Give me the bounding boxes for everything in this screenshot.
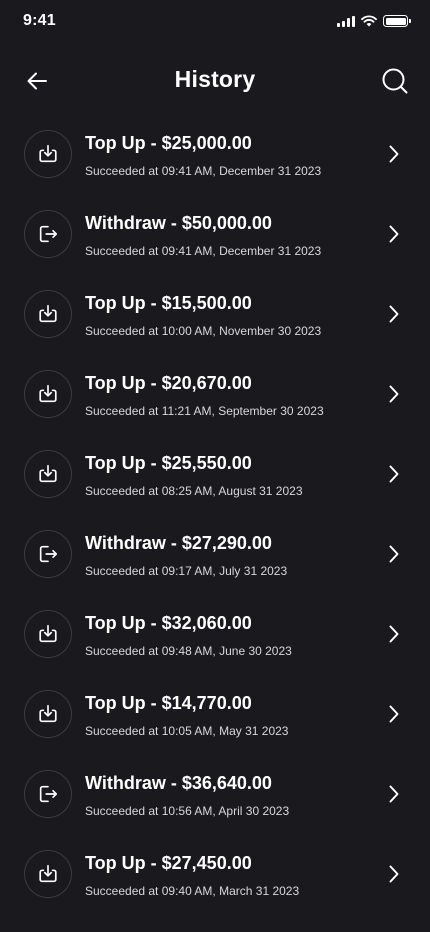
transaction-title: Top Up - $25,000.00 <box>85 133 252 153</box>
transaction-status: Succeeded at 09:48 AM, June 30 2023 <box>85 644 292 658</box>
transaction-status: Succeeded at 09:41 AM, December 31 2023 <box>85 164 322 178</box>
transaction-icon-wrap <box>24 130 72 178</box>
transaction-status: Succeeded at 11:21 AM, September 30 2023 <box>85 404 324 418</box>
logout-icon <box>39 785 58 803</box>
transaction-title: Withdraw - $27,290.00 <box>85 533 272 553</box>
download-icon <box>39 624 57 643</box>
chevron-right-icon <box>388 224 400 244</box>
transaction-status: Succeeded at 10:00 AM, November 30 2023 <box>85 324 322 338</box>
transaction-icon-wrap <box>24 290 72 338</box>
search-button[interactable] <box>380 66 410 96</box>
history-item-top-up[interactable]: Top Up - $25,550.00 Succeeded at 08:25 A… <box>0 434 430 514</box>
transaction-status: Succeeded at 10:56 AM, April 30 2023 <box>85 804 290 818</box>
history-item-top-up[interactable]: Top Up - $20,670.00 Succeeded at 11:21 A… <box>0 354 430 434</box>
transaction-status: Succeeded at 10:05 AM, May 31 2023 <box>85 724 289 738</box>
chevron-right-icon <box>388 304 400 324</box>
transaction-title: Top Up - $15,500.00 <box>85 293 252 313</box>
status-bar: 9:41 <box>0 0 430 44</box>
chevron-right-icon <box>388 544 400 564</box>
transaction-title: Top Up - $25,550.00 <box>85 453 252 473</box>
chevron-right-icon <box>388 384 400 404</box>
wifi-icon <box>361 15 377 27</box>
search-icon <box>382 68 408 94</box>
transaction-status: Succeeded at 09:17 AM, July 31 2023 <box>85 564 288 578</box>
chevron-right-icon <box>388 784 400 804</box>
page-title: History <box>174 66 256 92</box>
history-item-top-up[interactable]: Top Up - $25,000.00 Succeeded at 09:41 A… <box>0 114 430 194</box>
history-list: Top Up - $25,000.00 Succeeded at 09:41 A… <box>0 114 430 914</box>
transaction-icon-wrap <box>24 530 72 578</box>
transaction-title: Top Up - $32,060.00 <box>85 613 252 633</box>
transaction-title: Top Up - $20,670.00 <box>85 373 252 393</box>
logout-icon <box>39 225 58 243</box>
download-icon <box>39 304 57 323</box>
download-icon <box>39 464 57 483</box>
transaction-icon-wrap <box>24 770 72 818</box>
transaction-title: Withdraw - $50,000.00 <box>85 213 272 233</box>
transaction-status: Succeeded at 09:41 AM, December 31 2023 <box>85 244 322 258</box>
download-icon <box>39 704 57 723</box>
chevron-right-icon <box>388 144 400 164</box>
transaction-icon-wrap <box>24 450 72 498</box>
chevron-right-icon <box>388 704 400 724</box>
transaction-title: Withdraw - $36,640.00 <box>85 773 272 793</box>
transaction-icon-wrap <box>24 850 72 898</box>
history-item-top-up[interactable]: Top Up - $32,060.00 Succeeded at 09:48 A… <box>0 594 430 674</box>
transaction-icon-wrap <box>24 210 72 258</box>
history-item-top-up[interactable]: Top Up - $15,500.00 Succeeded at 10:00 A… <box>0 274 430 354</box>
download-icon <box>39 144 57 163</box>
cellular-signal-icon <box>337 15 355 27</box>
history-item-top-up[interactable]: Top Up - $14,770.00 Succeeded at 10:05 A… <box>0 674 430 754</box>
download-icon <box>39 864 57 883</box>
transaction-icon-wrap <box>24 690 72 738</box>
transaction-icon-wrap <box>24 610 72 658</box>
history-item-withdraw[interactable]: Withdraw - $27,290.00 Succeeded at 09:17… <box>0 514 430 594</box>
logout-icon <box>39 545 58 563</box>
transaction-status: Succeeded at 09:40 AM, March 31 2023 <box>85 884 300 898</box>
chevron-right-icon <box>388 624 400 644</box>
transaction-status: Succeeded at 08:25 AM, August 31 2023 <box>85 484 303 498</box>
transaction-title: Top Up - $14,770.00 <box>85 693 252 713</box>
chevron-right-icon <box>388 464 400 484</box>
download-icon <box>39 384 57 403</box>
header: History <box>0 56 430 104</box>
status-icons <box>337 15 411 27</box>
status-time: 9:41 <box>23 12 56 29</box>
chevron-right-icon <box>388 864 400 884</box>
battery-icon <box>383 15 411 27</box>
history-item-withdraw[interactable]: Withdraw - $36,640.00 Succeeded at 10:56… <box>0 754 430 834</box>
transaction-icon-wrap <box>24 370 72 418</box>
transaction-title: Top Up - $27,450.00 <box>85 853 252 873</box>
history-item-withdraw[interactable]: Withdraw - $50,000.00 Succeeded at 09:41… <box>0 194 430 274</box>
history-item-top-up[interactable]: Top Up - $27,450.00 Succeeded at 09:40 A… <box>0 834 430 914</box>
